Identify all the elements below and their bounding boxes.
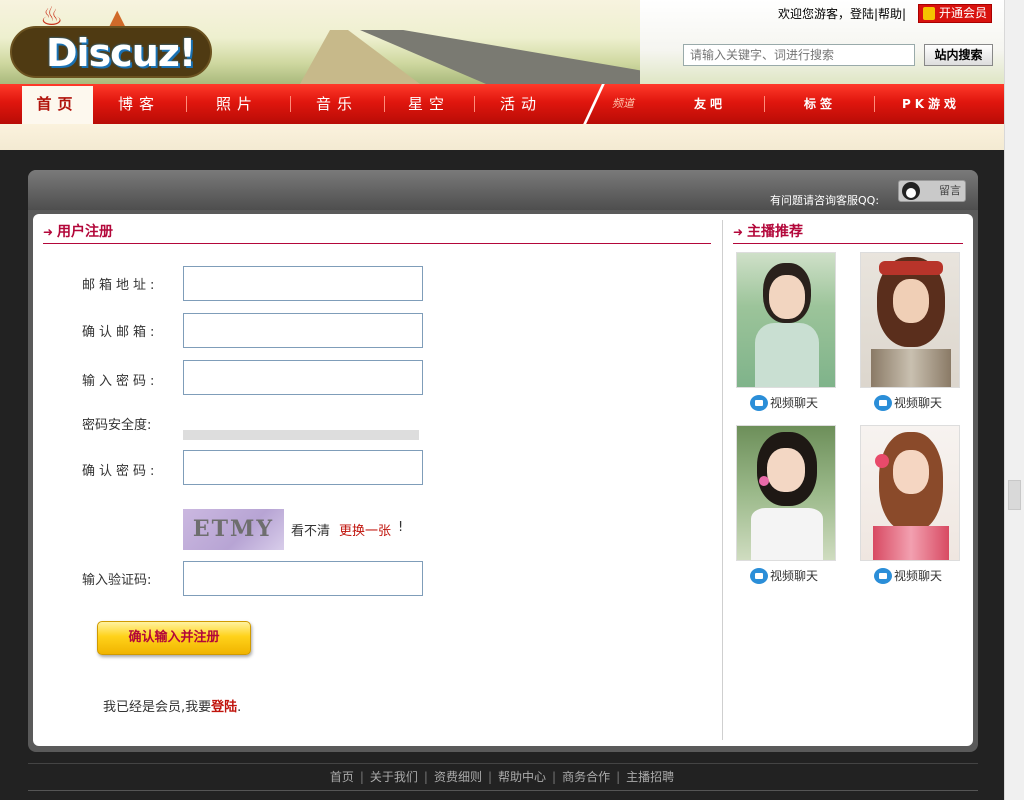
- anchor-photo[interactable]: [860, 252, 960, 388]
- anchor-photo[interactable]: [736, 252, 836, 388]
- footer-link-home[interactable]: 首页: [330, 770, 354, 784]
- anchors-section-title: ➜ 主播推荐: [733, 222, 963, 244]
- video-chat-icon: [874, 395, 892, 411]
- nav-item-friends[interactable]: 友吧: [670, 84, 750, 124]
- open-vip-button[interactable]: 开通会员: [918, 4, 992, 23]
- footer-link-recruit[interactable]: 主播招聘: [626, 770, 674, 784]
- confirm-password-field[interactable]: [183, 450, 423, 485]
- video-chat-icon: [750, 568, 768, 584]
- nav-item-stars[interactable]: 星空: [390, 84, 468, 124]
- login-prompt: 我已经是会员,我要登陆.: [103, 696, 241, 715]
- content-panel: ➜ 用户注册 邮箱地址: 确认邮箱: 输入密码: 密码安全度: 确认密码: ET…: [33, 214, 973, 746]
- login-prefix: 我已经是会员,我要: [103, 700, 212, 715]
- video-chat-link[interactable]: 视频聊天: [750, 567, 818, 585]
- nav-separator: [474, 96, 475, 112]
- captcha-image: ETMY: [183, 509, 284, 550]
- footer-separator: |: [423, 770, 428, 784]
- nav-separator: [186, 96, 187, 112]
- password-strength-bar: [183, 430, 419, 440]
- column-divider: [722, 220, 723, 740]
- nav-item-tags[interactable]: 标签: [780, 84, 860, 124]
- footer-divider: [28, 763, 978, 764]
- content-frame: 有问题请咨询客服QQ: 留言 ➜ 用户注册 邮箱地址: 确认邮箱: 输入密码: …: [28, 170, 978, 752]
- arrow-right-icon: ➜: [43, 225, 54, 239]
- captcha-field[interactable]: [183, 561, 423, 596]
- qq-service-text: 有问题请咨询客服QQ:: [770, 194, 880, 207]
- footer-separator: |: [487, 770, 493, 784]
- qq-penguin-icon: [902, 182, 920, 200]
- nav-item-events[interactable]: 活动: [482, 84, 560, 124]
- email-field[interactable]: [183, 266, 423, 301]
- video-chat-link[interactable]: 视频聊天: [874, 394, 942, 412]
- video-chat-label: 视频聊天: [894, 396, 943, 410]
- nav-home-tab[interactable]: 首页: [22, 86, 93, 124]
- video-chat-label: 视频聊天: [770, 396, 819, 410]
- footer-link-help[interactable]: 帮助中心: [498, 770, 546, 784]
- site-header: ♨ ▲ Discuz! 欢迎您游客，登陆|帮助| 开通会员 站内搜索 首页 博客…: [0, 0, 1024, 150]
- leave-message-button[interactable]: 留言: [898, 180, 966, 202]
- anchors-title-text: 主播推荐: [747, 224, 803, 240]
- login-suffix: .: [237, 700, 242, 715]
- password-label: 输入密码:: [82, 374, 159, 389]
- login-link[interactable]: 登陆: [211, 700, 237, 715]
- arrow-right-icon: ➜: [733, 225, 744, 239]
- frame-header: 有问题请咨询客服QQ: 留言: [28, 170, 978, 210]
- register-title-text: 用户注册: [57, 224, 113, 240]
- nav-item-music[interactable]: 音乐: [298, 84, 376, 124]
- nav-item-pk-games[interactable]: PK游戏: [886, 84, 976, 124]
- logo-text: Discuz!: [46, 31, 196, 75]
- captcha-label: 输入验证码:: [82, 573, 152, 588]
- nav-separator: [764, 96, 765, 112]
- captcha-exclamation: !: [398, 520, 404, 535]
- captcha-hint: 看不清: [291, 524, 331, 539]
- nav-separator: [384, 96, 385, 112]
- video-chat-link[interactable]: 视频聊天: [750, 394, 818, 412]
- nav-item-photos[interactable]: 照片: [198, 84, 276, 124]
- sub-nav-bar: [0, 124, 1024, 150]
- anchor-photo[interactable]: [736, 425, 836, 561]
- video-chat-label: 视频聊天: [770, 569, 819, 583]
- footer-link-about[interactable]: 关于我们: [370, 770, 418, 784]
- anchor-photo[interactable]: [860, 425, 960, 561]
- main-nav: 首页 博客 照片 音乐 星空 活动 频道 友吧 标签 PK游戏: [0, 84, 1024, 124]
- nav-divider-slash: [574, 84, 614, 124]
- footer-link-business[interactable]: 商务合作: [562, 770, 610, 784]
- video-chat-label: 视频聊天: [894, 569, 943, 583]
- nav-channel-label: 频道: [612, 97, 634, 110]
- confirm-email-label: 确认邮箱:: [82, 325, 159, 340]
- nav-separator: [290, 96, 291, 112]
- site-logo[interactable]: Discuz!: [10, 26, 212, 78]
- nav-item-blog[interactable]: 博客: [100, 84, 178, 124]
- gift-icon: [923, 7, 935, 20]
- footer-links: 首页 | 关于我们 | 资费细则 | 帮助中心 | 商务合作 | 主播招聘: [0, 768, 1004, 785]
- footer-link-fees[interactable]: 资费细则: [434, 770, 482, 784]
- search-input[interactable]: [683, 44, 915, 66]
- video-chat-link[interactable]: 视频聊天: [874, 567, 942, 585]
- open-vip-label: 开通会员: [939, 6, 988, 20]
- footer-separator: |: [359, 770, 364, 784]
- top-links[interactable]: 欢迎您游客，登陆|帮助|: [778, 5, 906, 21]
- register-section-title: ➜ 用户注册: [43, 222, 711, 244]
- leave-message-label: 留言: [939, 184, 961, 197]
- video-chat-icon: [874, 568, 892, 584]
- nav-separator: [874, 96, 875, 112]
- register-submit-button[interactable]: 确认输入并注册: [97, 621, 251, 655]
- video-chat-icon: [750, 395, 768, 411]
- page-scrollbar[interactable]: [1004, 0, 1024, 800]
- confirm-password-label: 确认密码:: [82, 464, 159, 479]
- footer-separator: |: [552, 770, 557, 784]
- footer-separator: |: [616, 770, 621, 784]
- password-strength-label: 密码安全度:: [82, 418, 152, 433]
- password-field[interactable]: [183, 360, 423, 395]
- confirm-email-field[interactable]: [183, 313, 423, 348]
- footer-divider-2: [28, 790, 978, 791]
- email-label: 邮箱地址:: [82, 278, 159, 293]
- captcha-refresh-link[interactable]: 更换一张: [339, 520, 391, 539]
- site-search-button[interactable]: 站内搜索: [924, 44, 993, 66]
- scrollbar-thumb[interactable]: [1008, 480, 1021, 510]
